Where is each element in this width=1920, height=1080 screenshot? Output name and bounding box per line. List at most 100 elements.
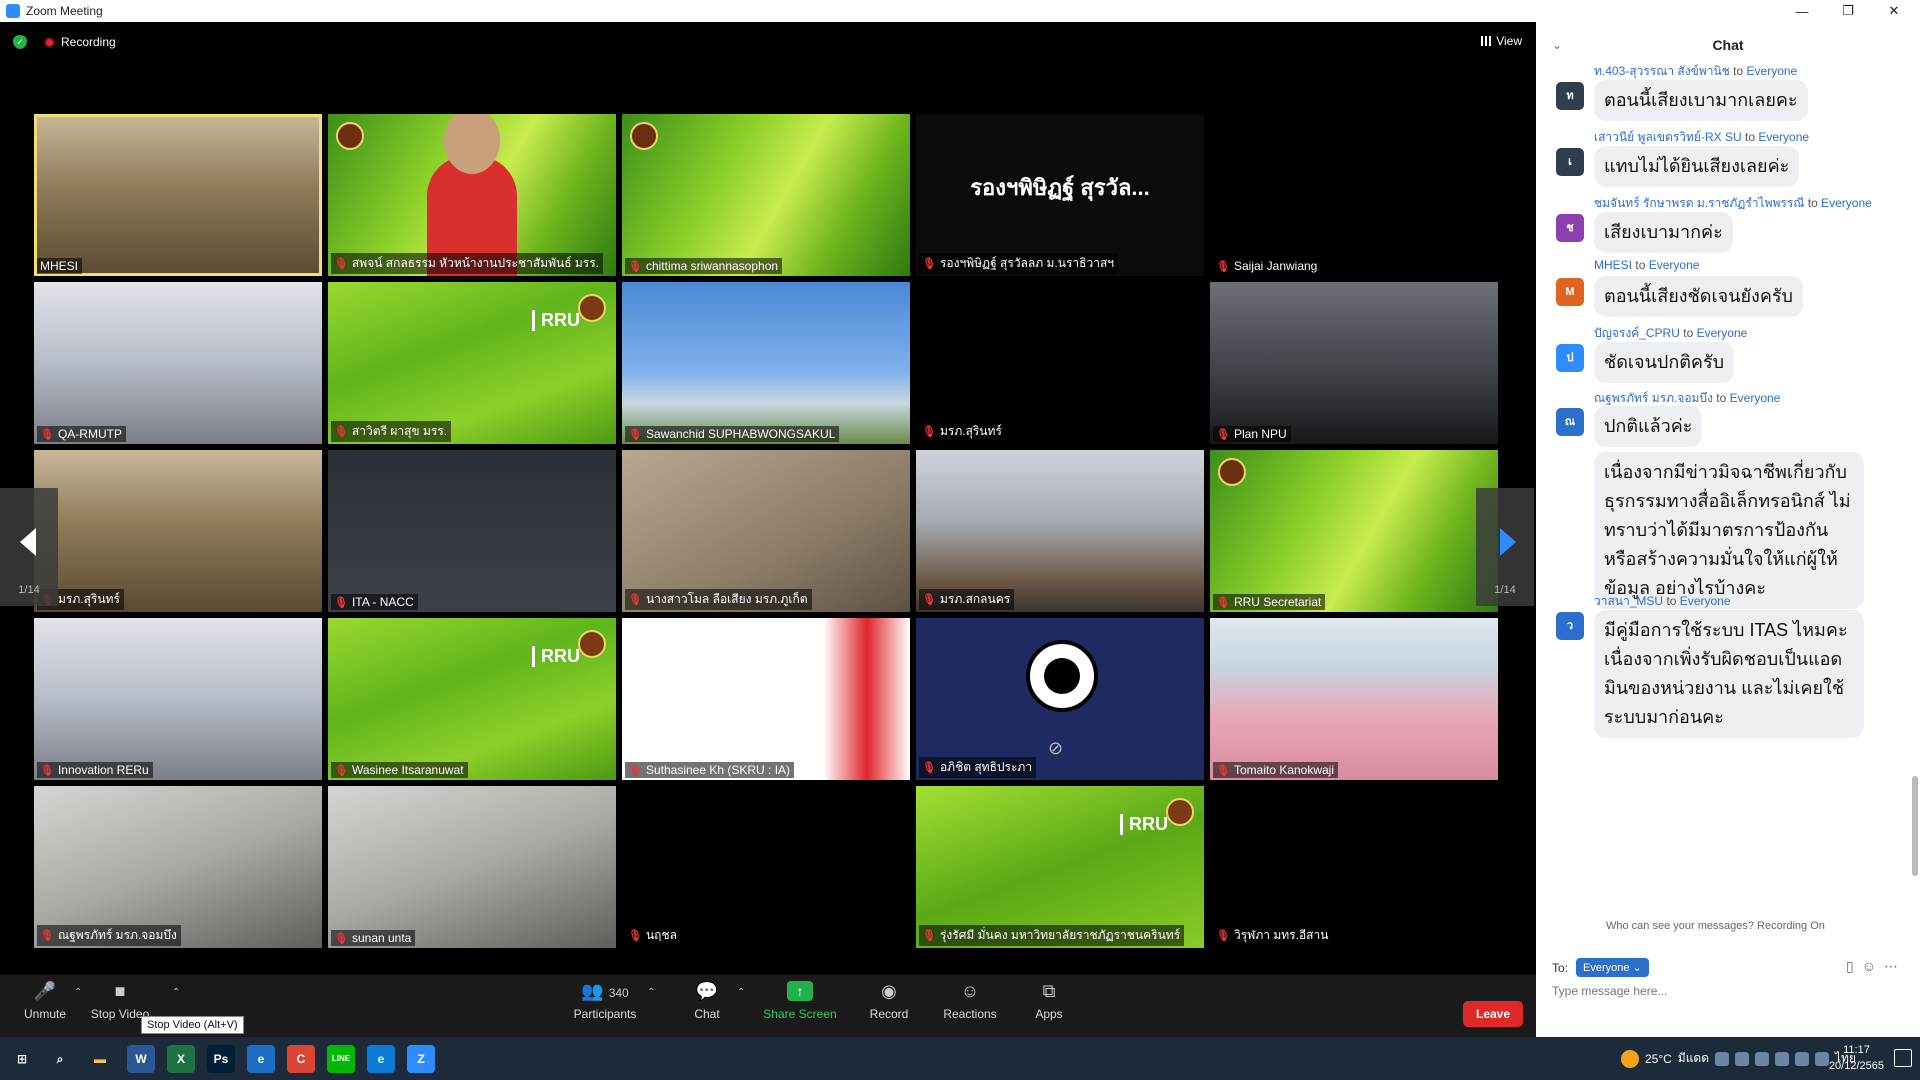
video-tile[interactable]: 🎙 Plan NPU (1210, 282, 1498, 444)
zoom-icon[interactable]: Z (407, 1045, 435, 1073)
avatar[interactable]: ณ (1556, 408, 1584, 436)
avatar[interactable]: เ (1556, 148, 1584, 176)
close-button[interactable]: ✕ (1872, 0, 1916, 22)
sender-name[interactable]: ปัญจรงค์_CPRU (1594, 326, 1680, 340)
file-explorer-icon[interactable]: ▬ (86, 1045, 114, 1073)
audio-options-caret-icon[interactable]: ⌃ (74, 987, 82, 998)
video-tile[interactable]: 🎙 นางสาวโมล ลือเสียง มรภ.ภูเก็ต (622, 450, 910, 612)
avatar[interactable]: M (1556, 278, 1584, 306)
avatar[interactable]: ว (1556, 612, 1584, 640)
mic-muted-icon: 🎙 (334, 596, 348, 609)
tray-icon-1[interactable] (1735, 1051, 1750, 1066)
video-tile[interactable]: 🎙 นฤชล (622, 786, 910, 948)
video-tile[interactable]: รองฯพิษิฏฐ์ สุรวัล... 🎙 รองฯพิษิฏฐ์ สุรวัล… (916, 114, 1204, 276)
video-tile[interactable]: 🎙มรภ.สุรินทร์ (34, 450, 322, 612)
sender-name[interactable]: ชมจันทร์ รักษาพรต ม.ราชภัฏรำไพพรรณี (1594, 196, 1804, 210)
view-button[interactable]: View (1481, 34, 1522, 48)
photoshop-icon[interactable]: Ps (207, 1045, 235, 1073)
file-icon[interactable]: ▯ (1846, 958, 1862, 974)
excel-icon[interactable]: X (167, 1045, 195, 1073)
video-tile[interactable]: RRU 🎙 Wasinee Itsaranuwat (328, 618, 616, 780)
video-tile[interactable]: 🎙 RRU Secretariat (1210, 450, 1498, 612)
emoji-icon[interactable]: ☺ (1862, 958, 1884, 974)
encryption-shield-icon[interactable]: ✓ (13, 35, 27, 49)
recording-indicator[interactable]: Recording (44, 35, 116, 49)
sender-name[interactable]: เสาวนีย์ พูลเขตรวิทย์-RX SU (1594, 130, 1742, 144)
mic-muted-icon: 🎙 (922, 426, 936, 438)
video-tile[interactable]: 🎙มรภ.สุรินทร์ (916, 282, 1204, 444)
windows-start-icon[interactable]: ⊞ (8, 1045, 36, 1073)
chat-scrollbar[interactable] (1912, 68, 1918, 888)
participant-name: Sawanchid SUPHABWONGSAKUL (645, 427, 836, 441)
previous-page-button[interactable]: 1/14 (0, 488, 58, 606)
mic-muted-icon: 🎙 (40, 428, 54, 441)
who-can-see-notice[interactable]: Who can see your messages? Recording On (1606, 920, 1825, 932)
video-tile[interactable]: 🎙 มรภ.สกลนคร (916, 450, 1204, 612)
video-tile[interactable]: 🎙 Suthasinee Kh (SKRU : IA) (622, 618, 910, 780)
video-tile[interactable]: RRU 🎙 รุ่งรัศมี มั่นคง มหาวิทยาลัยราชภัฏรา… (916, 786, 1204, 948)
chat-scrollbar-thumb[interactable] (1912, 776, 1918, 876)
edge-icon[interactable]: e (367, 1045, 395, 1073)
video-tile[interactable]: RRU 🎙 สาวิตรี ผาสุข มรร. (328, 282, 616, 444)
tray-icon-3[interactable] (1775, 1051, 1790, 1066)
video-tile[interactable]: 🎙 chittima sriwannasophon (622, 114, 910, 276)
onedrive-icon[interactable] (1715, 1051, 1730, 1066)
chat-message-input[interactable] (1552, 984, 1902, 998)
mic-muted-icon: 🎙 (922, 594, 936, 606)
participants-caret-icon[interactable]: ⌃ (647, 987, 655, 998)
participant-name: sunan unta (351, 931, 412, 945)
chrome-icon[interactable]: C (287, 1045, 315, 1073)
sender-name[interactable]: ท.403-สุวรรณา สังข์พานิช (1594, 64, 1730, 78)
chat-button[interactable]: 💬 Chat (672, 981, 742, 1021)
apps-button[interactable]: ⧉ Apps (1014, 981, 1084, 1021)
volume-icon[interactable] (1815, 1051, 1830, 1066)
notification-icon[interactable] (1894, 1049, 1912, 1067)
recipient-name: Everyone (1746, 64, 1798, 78)
video-tile[interactable]: ⊘ 🎙 อภิชิต สุทธิประภา (916, 618, 1204, 780)
recipient-dropdown[interactable]: Everyone ⌄ (1576, 958, 1649, 977)
next-page-button[interactable]: 1/14 (1476, 488, 1534, 606)
page-indicator-left: 1/14 (18, 584, 40, 596)
video-tile[interactable]: 🎙 วิรุฬภา มทร.อีสาน (1210, 786, 1498, 948)
sender-name[interactable]: MHESI (1594, 258, 1632, 272)
word-icon[interactable]: W (127, 1045, 155, 1073)
tray-icon-2[interactable] (1755, 1051, 1770, 1066)
restore-button[interactable]: ❐ (1826, 0, 1870, 22)
video-options-caret-icon[interactable]: ⌃ (172, 987, 180, 998)
windows-taskbar: ⊞ ⌕ ▬ W X Ps e C LINE e Z 25°C มีแดด ไทย 11:17 … (0, 1037, 1920, 1080)
mic-muted-icon: 🎙 (922, 258, 936, 270)
line-icon[interactable]: LINE (327, 1045, 355, 1073)
video-tile[interactable]: 🎙 สพจน์ สกลธรรม หัวหน้างานประชาสัมพันธ์ ม… (328, 114, 616, 276)
minimize-button[interactable]: — (1780, 0, 1824, 22)
video-tile[interactable]: MHESI (34, 114, 322, 276)
more-icon[interactable]: ⋯ (1884, 958, 1906, 974)
video-tile[interactable]: 🎙 Sawanchid SUPHABWONGSAKUL (622, 282, 910, 444)
sender-name[interactable]: ณฐพรภัทร์ มรภ.จอมบึง (1594, 391, 1713, 405)
video-tile[interactable]: 🎙 QA-RMUTP (34, 282, 322, 444)
reactions-button[interactable]: ☺ Reactions (935, 981, 1005, 1021)
video-tile[interactable]: 🎙 ITA - NACC (328, 450, 616, 612)
participant-name: มรภ.สุรินทร์ (939, 424, 1002, 438)
record-button[interactable]: ◉ Record (854, 981, 924, 1021)
system-clock[interactable]: 11:17 20/12/2565 (1829, 1042, 1884, 1074)
chat-caret-icon[interactable]: ⌃ (737, 987, 745, 998)
video-tile[interactable]: 🎙 ณฐพรภัทร์ มรภ.จอมบึง (34, 786, 322, 948)
video-tile[interactable]: 🎙 Saijai Janwiang (1210, 114, 1498, 276)
network-icon[interactable] (1795, 1051, 1810, 1066)
share-screen-button[interactable]: ↑ Share Screen (758, 981, 842, 1021)
leave-button[interactable]: Leave (1463, 1001, 1523, 1027)
stop-video-button[interactable]: ■ Stop Video (85, 981, 155, 1021)
collapse-chevron-icon[interactable]: ⌄ (1552, 22, 1562, 68)
avatar[interactable]: ท (1556, 82, 1584, 110)
avatar[interactable]: ช (1556, 214, 1584, 242)
unmute-button[interactable]: 🎤 Unmute (10, 981, 80, 1021)
participants-button[interactable]: 👥 340 Participants (563, 981, 647, 1021)
search-icon[interactable]: ⌕ (46, 1045, 74, 1073)
video-tile[interactable]: 🎙 Tomaito Kanokwaji (1210, 618, 1498, 780)
video-tile[interactable]: 🎙 sunan unta (328, 786, 616, 948)
weather-sun-icon[interactable] (1620, 1049, 1639, 1068)
avatar[interactable]: ป (1556, 344, 1584, 372)
video-tile[interactable]: 🎙 Innovation RERu (34, 618, 322, 780)
sender-name[interactable]: วาสนา_MSU (1594, 594, 1663, 608)
ie-icon[interactable]: e (247, 1045, 275, 1073)
